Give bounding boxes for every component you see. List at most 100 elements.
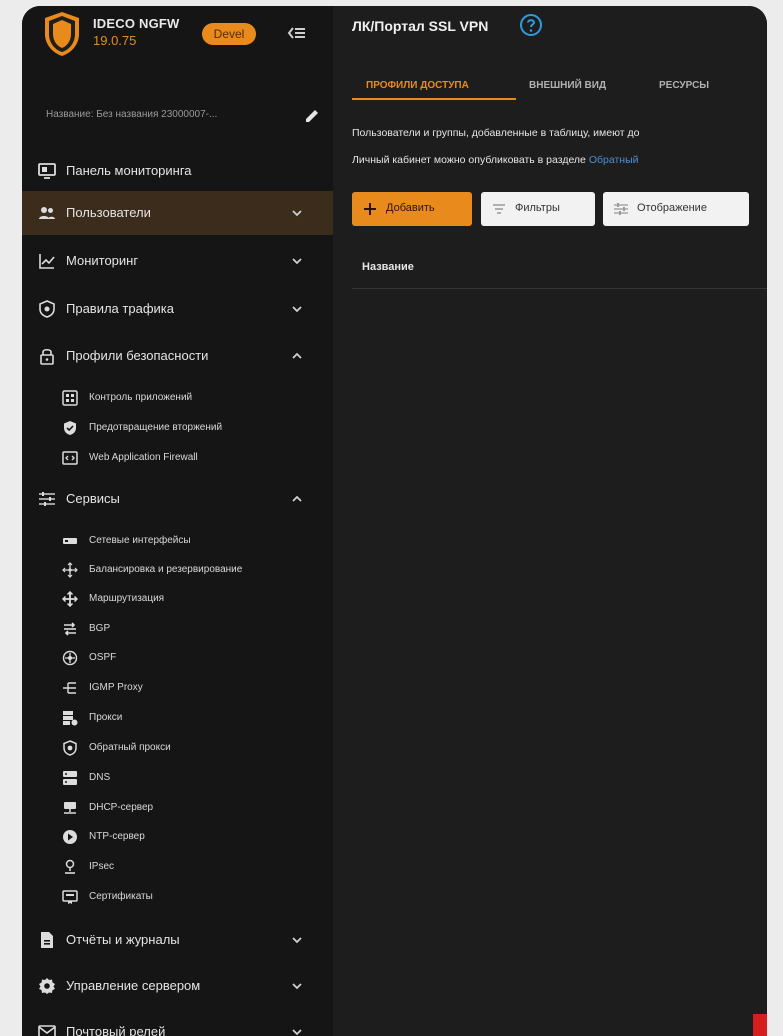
reverse-proxy-icon xyxy=(63,740,77,756)
chevron-down-icon[interactable] xyxy=(290,206,304,220)
plus-icon xyxy=(364,203,376,215)
sidebar-subitem-label: Маршрутизация xyxy=(89,593,165,604)
sidebar-subitem-proxy[interactable]: Прокси xyxy=(22,705,333,731)
description-line-2: Личный кабинет можно опубликовать в разд… xyxy=(352,154,638,166)
sidebar-subitem-reverse-proxy[interactable]: Обратный прокси xyxy=(22,735,333,761)
edit-pencil-icon[interactable] xyxy=(302,106,322,126)
sidebar-subitem-ntp[interactable]: NTP-сервер xyxy=(22,824,333,850)
app-control-icon xyxy=(62,390,78,406)
report-icon xyxy=(41,932,53,948)
sidebar-subitem-label: NTP-сервер xyxy=(89,831,145,842)
sidebar-subitem-dhcp[interactable]: DHCP-сервер xyxy=(22,795,333,821)
sidebar-item-label: Сервисы xyxy=(66,491,120,506)
brand-header: IDECO NGFW 19.0.75 Devel xyxy=(22,6,333,70)
gear-icon xyxy=(39,978,55,994)
sidebar-subitem-label: DNS xyxy=(89,772,111,783)
sidebar-subitem-certificates[interactable]: Сертификаты xyxy=(22,884,333,910)
sidebar-subitem-label: Сертификаты xyxy=(89,891,153,902)
filters-button-label: Фильтры xyxy=(515,202,560,214)
description-text: Личный кабинет можно опубликовать в разд… xyxy=(352,154,589,166)
sidebar-item-traffic-rules[interactable]: Правила трафика xyxy=(22,287,333,331)
sidebar-item-dashboard[interactable]: Панель мониторинга xyxy=(22,149,333,193)
chevron-down-icon[interactable] xyxy=(290,979,304,993)
sidebar-subitem-network-interfaces[interactable]: Сетевые интерфейсы xyxy=(22,528,333,554)
corner-mark xyxy=(753,1014,767,1036)
sidebar-subitem-intrusion-prevention[interactable]: Предотвращение вторжений xyxy=(22,415,333,441)
sidebar-item-label: Панель мониторинга xyxy=(66,163,192,178)
network-card-icon xyxy=(63,538,77,544)
sidebar-subitem-routing[interactable]: Маршрутизация xyxy=(22,586,333,612)
ipsec-icon xyxy=(65,859,75,874)
lock-icon xyxy=(40,348,54,365)
sidebar-item-label: Управление сервером xyxy=(66,978,201,993)
chevron-up-icon[interactable] xyxy=(290,492,304,506)
shield-icon xyxy=(39,300,55,318)
chart-line-icon xyxy=(39,254,55,269)
chevron-up-icon[interactable] xyxy=(290,349,304,363)
sidebar-subitem-label: Контроль приложений xyxy=(89,392,193,403)
tab-appearance[interactable]: ВНЕШНИЙ ВИД xyxy=(529,80,606,91)
sidebar-item-monitoring[interactable]: Мониторинг xyxy=(22,239,333,283)
igmp-icon xyxy=(63,682,76,694)
server-name: Название: Без названия 23000007-... xyxy=(46,109,218,120)
filter-icon xyxy=(493,204,505,214)
sidebar-subitem-igmp-proxy[interactable]: IGMP Proxy xyxy=(22,675,333,701)
chevron-down-icon[interactable] xyxy=(290,1025,304,1036)
server-name-row: Название: Без названия 23000007-... xyxy=(46,106,318,126)
column-header-name[interactable]: Название xyxy=(362,261,414,273)
sidebar-item-server-management[interactable]: Управление сервером xyxy=(22,964,333,1008)
sidebar-subitem-label: OSPF xyxy=(89,652,117,663)
devel-badge: Devel xyxy=(202,23,256,45)
mail-icon xyxy=(38,1025,56,1036)
app-window: IDECO NGFW 19.0.75 Devel Название: Без н… xyxy=(22,6,767,1036)
reverse-proxy-link[interactable]: Обратный xyxy=(589,154,639,166)
sidebar-subitem-label: DHCP-сервер xyxy=(89,802,154,813)
sidebar-subitem-label: IPsec xyxy=(89,861,115,872)
add-button[interactable]: Добавить xyxy=(352,192,472,226)
sidebar-item-services[interactable]: Сервисы xyxy=(22,477,333,521)
sidebar-subitem-bgp[interactable]: BGP xyxy=(22,616,333,642)
chevron-down-icon[interactable] xyxy=(290,302,304,316)
chevron-down-icon[interactable] xyxy=(290,933,304,947)
sidebar-subitem-label: BGP xyxy=(89,623,111,634)
sidebar-subitem-label: Web Application Firewall xyxy=(89,452,198,463)
version-number: 19.0.75 xyxy=(93,33,137,48)
waf-icon xyxy=(62,451,78,465)
dhcp-icon xyxy=(64,802,76,814)
proxy-icon xyxy=(63,711,78,726)
sidebar-subitem-label: Обратный прокси xyxy=(89,742,171,753)
active-tab-indicator xyxy=(352,98,516,100)
collapse-menu-icon[interactable] xyxy=(284,20,310,46)
main-content: ЛК/Портал SSL VPN ПРОФИЛИ ДОСТУПА ВНЕШНИ… xyxy=(333,6,767,1036)
display-button-label: Отображение xyxy=(637,202,707,214)
sidebar-subitem-label: Прокси xyxy=(89,712,123,723)
sidebar-subitem-app-control[interactable]: Контроль приложений xyxy=(22,385,333,411)
sidebar-subitem-balancing[interactable]: Балансировка и резервирование xyxy=(22,557,333,583)
sidebar-subitem-ipsec[interactable]: IPsec xyxy=(22,854,333,880)
sidebar-item-label: Отчёты и журналы xyxy=(66,932,180,947)
sidebar-item-security-profiles[interactable]: Профили безопасности xyxy=(22,334,333,378)
sidebar-item-label: Мониторинг xyxy=(66,253,139,268)
help-icon[interactable] xyxy=(519,13,543,37)
sidebar-item-label: Пользователи xyxy=(66,205,151,220)
sidebar-item-mail-relay[interactable]: Почтовый релей xyxy=(22,1010,333,1036)
tab-access-profiles[interactable]: ПРОФИЛИ ДОСТУПА xyxy=(366,80,469,91)
description-line-1: Пользователи и группы, добавленные в таб… xyxy=(352,127,640,139)
tab-resources[interactable]: РЕСУРСЫ xyxy=(659,80,709,91)
sidebar-subitem-label: Предотвращение вторжений xyxy=(89,422,223,433)
monitor-icon xyxy=(38,163,56,179)
display-settings-button[interactable]: Отображение xyxy=(603,192,749,226)
filters-button[interactable]: Фильтры xyxy=(481,192,595,226)
ospf-icon xyxy=(62,650,78,666)
add-button-label: Добавить xyxy=(386,202,435,214)
sidebar-item-users[interactable]: Пользователи xyxy=(22,191,333,235)
sidebar-subitem-waf[interactable]: Web Application Firewall xyxy=(22,445,333,471)
chevron-down-icon[interactable] xyxy=(290,254,304,268)
sidebar-subitem-label: IGMP Proxy xyxy=(89,682,143,693)
sidebar-subitem-dns[interactable]: DNS xyxy=(22,765,333,791)
sidebar-item-reports[interactable]: Отчёты и журналы xyxy=(22,918,333,962)
sidebar-subitem-ospf[interactable]: OSPF xyxy=(22,645,333,671)
table-header: Название xyxy=(352,248,767,289)
routing-icon xyxy=(62,591,78,607)
sidebar-item-label: Почтовый релей xyxy=(66,1024,166,1036)
